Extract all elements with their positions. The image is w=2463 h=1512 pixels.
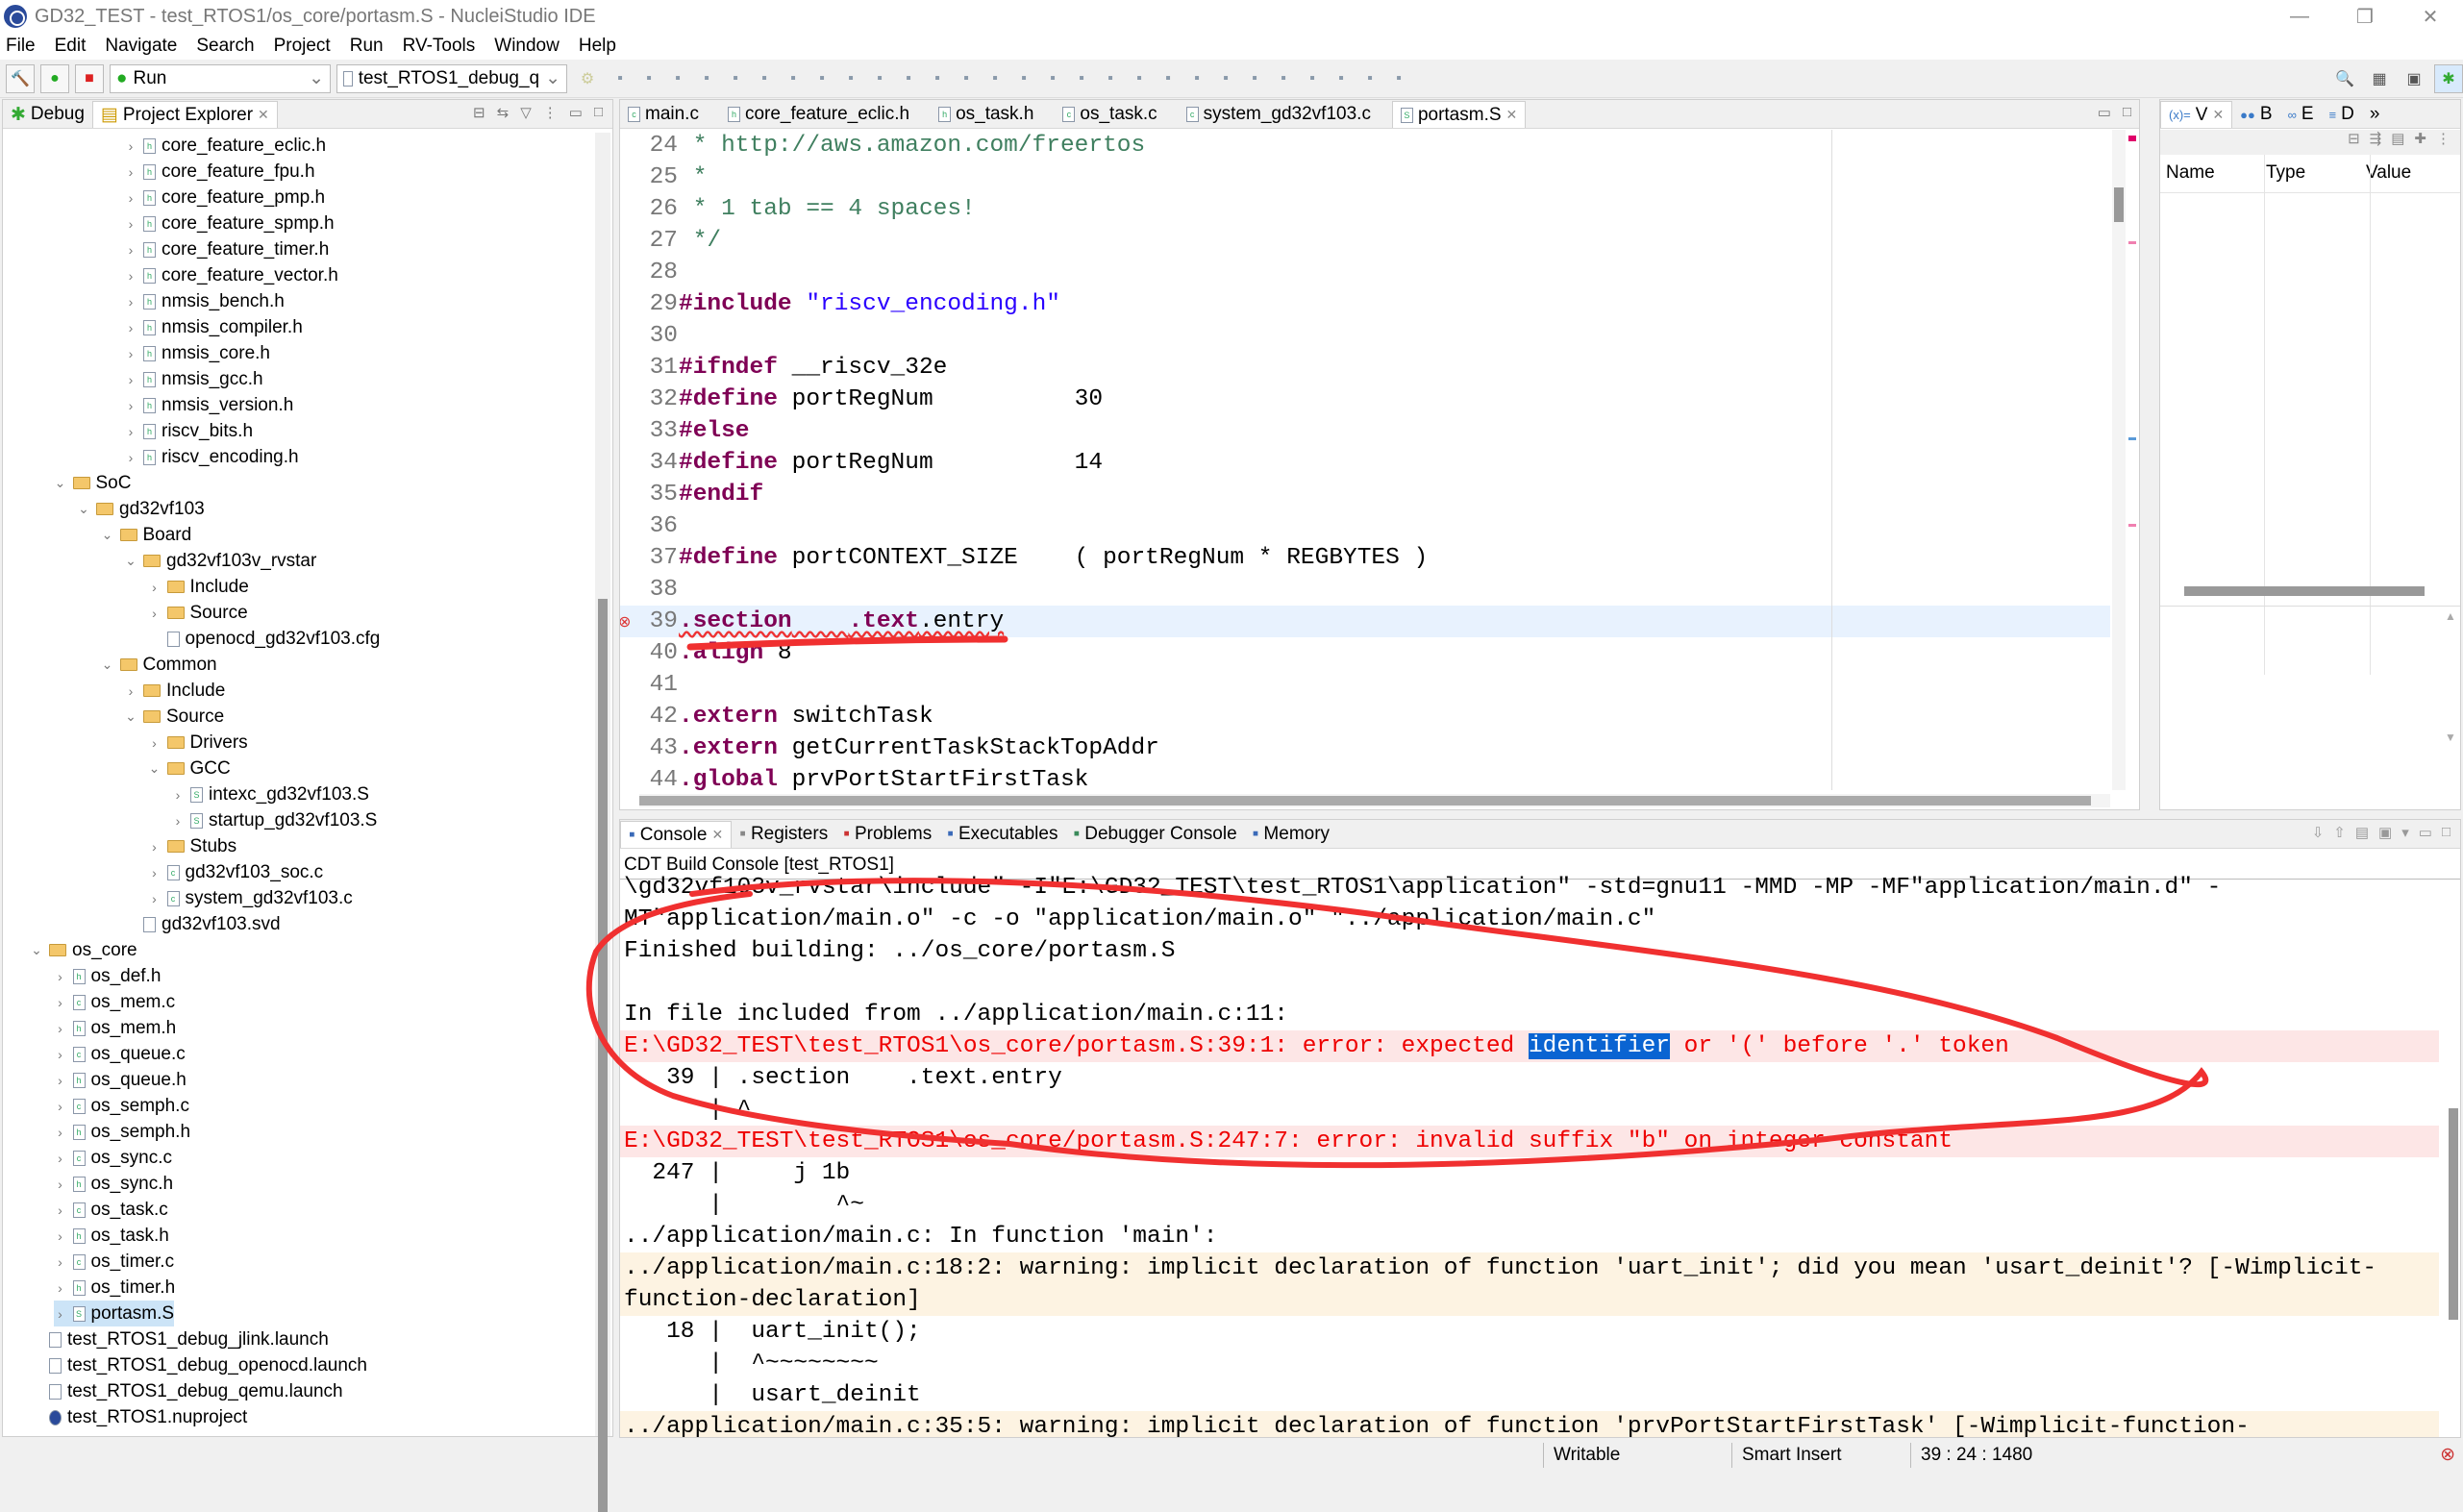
red-annotation — [585, 635, 2209, 1169]
annotation-underline — [686, 635, 1008, 651]
annotation-circle — [585, 878, 2209, 1169]
